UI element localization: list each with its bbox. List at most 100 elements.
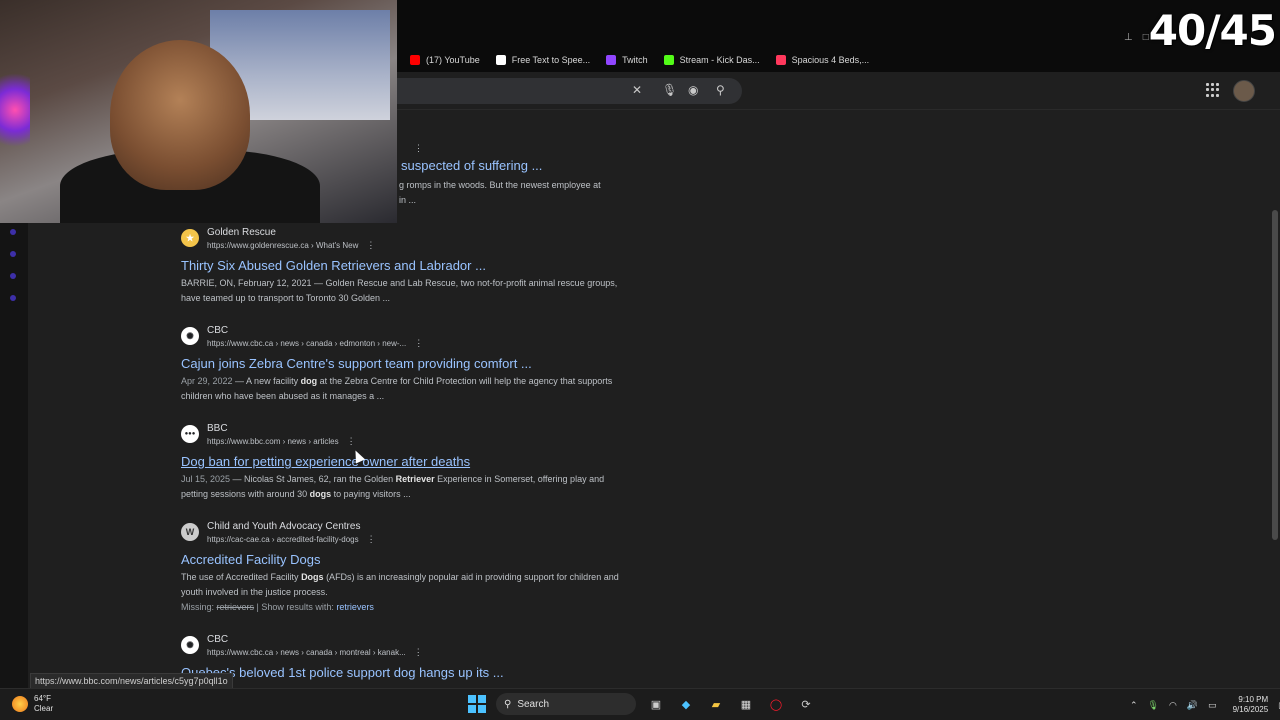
search-icon: ⚲ (504, 698, 512, 710)
camera-search-icon[interactable]: ◉ (688, 83, 698, 97)
task-view-icon[interactable]: ▣ (646, 694, 666, 714)
bookmark-label: Spacious 4 Beds,... (791, 55, 870, 65)
result-title[interactable]: Dog ban for petting experience owner aft… (181, 453, 631, 470)
bookmark-text-to-speech[interactable]: Free Text to Spee... (495, 55, 591, 65)
link-status-bar: https://www.bbc.com/news/articles/c5yg7p… (30, 673, 233, 689)
document-icon (495, 55, 506, 65)
site-name[interactable]: Child and Youth Advocacy Centres (207, 521, 376, 533)
site-name[interactable]: CBC (207, 325, 423, 337)
volume-icon[interactable]: 🔊 (1187, 700, 1198, 711)
search-result: ✺ CBC https://www.cbc.ca › news › canada… (181, 325, 631, 404)
scroll-thumb[interactable] (1272, 210, 1278, 540)
opera-icon[interactable]: ◯ (766, 694, 786, 714)
clear-icon[interactable]: ✕ (632, 83, 642, 97)
bookmark-youtube[interactable]: (17) YouTube (410, 55, 480, 65)
twitch-icon (606, 55, 617, 65)
webcam-overlay (0, 0, 397, 223)
weather-widget[interactable]: 64°F Clear (12, 694, 53, 714)
clock-date: 9/16/2025 (1232, 705, 1269, 714)
nav-dot (10, 273, 16, 279)
wordpress-icon: W (181, 523, 199, 541)
more-options-icon[interactable]: ⋮ (414, 143, 423, 154)
bbc-icon: ●●● (181, 425, 199, 443)
cbc-gem-icon: ✺ (181, 636, 199, 654)
weather-condition: Clear (34, 704, 54, 713)
search-result: ★ Golden Rescue https://www.goldenrescue… (181, 227, 631, 306)
site-name[interactable]: CBC (207, 634, 423, 646)
missing-terms: Missing: retrievers | Show results with:… (181, 602, 374, 612)
site-url[interactable]: https://www.cbc.ca › news › canada › mon… (207, 646, 423, 659)
taskbar-apps: ⚲ Search ▣ ◆ ▰ ▦ ◯ ⟳ (468, 693, 816, 715)
bookmark-label: Free Text to Spee... (511, 55, 591, 65)
site-url[interactable]: https://www.goldenrescue.ca › What's New… (207, 239, 375, 252)
more-options-icon[interactable]: ⋮ (366, 240, 375, 250)
store-icon[interactable]: ▦ (736, 694, 756, 714)
result-title[interactable]: Cajun joins Zebra Centre's support team … (181, 355, 631, 372)
result-snippet: BARRIE, ON, February 12, 2021 — Golden R… (181, 278, 618, 303)
bookmark-kick[interactable]: Stream - Kick Das... (663, 55, 760, 65)
site-url[interactable]: https://www.cbc.ca › news › canada › edm… (207, 337, 423, 350)
airbnb-icon (775, 55, 786, 65)
bookmark-label: Twitch (622, 55, 648, 65)
snippet-line: g romps in the woods. But the newest emp… (399, 180, 601, 190)
nav-dot (10, 295, 16, 301)
clock-time: 9:10 PM (1238, 695, 1269, 704)
site-name[interactable]: BBC (207, 423, 356, 435)
result-snippet: Jul 15, 2025 — Nicolas St James, 62, ran… (181, 474, 605, 499)
bookmark-label: Stream - Kick Das... (679, 55, 760, 65)
clock[interactable]: 9:10 PM 9/16/2025 (1233, 695, 1269, 715)
more-options-icon[interactable]: ⋮ (414, 647, 423, 657)
battery-icon[interactable]: ▭ (1208, 700, 1217, 711)
site-name[interactable]: Golden Rescue (207, 227, 375, 239)
result-title[interactable]: Quebec's beloved 1st police support dog … (181, 664, 631, 681)
taskbar-search[interactable]: ⚲ Search (496, 693, 636, 715)
result-title[interactable]: Accredited Facility Dogs (181, 551, 631, 568)
stream-counter: 40/45 (1148, 6, 1277, 55)
file-explorer-icon[interactable]: ▰ (706, 694, 726, 714)
taskbar: 64°F Clear ⚲ Search ▣ ◆ ▰ ▦ ◯ ⟳ ⌃ 🎙 ◠ 🔊 … (0, 688, 1280, 720)
nav-dot (10, 229, 16, 235)
show-results-link[interactable]: retrievers (336, 602, 374, 612)
temperature: 64°F (34, 694, 51, 703)
search-result: ✺ CBC https://www.cbc.ca › news › canada… (181, 634, 631, 681)
search-icon[interactable]: ⚲ (716, 83, 725, 97)
site-url[interactable]: https://cac-cae.ca › accredited-facility… (207, 533, 376, 546)
result-snippet: The use of Accredited Facility Dogs (AFD… (181, 572, 619, 597)
sun-icon (12, 696, 28, 712)
result-title[interactable]: suspected of suffering ... (401, 158, 542, 173)
left-panel (0, 223, 28, 688)
bookmark-airbnb[interactable]: Spacious 4 Beds,... (775, 55, 870, 65)
microphone-icon[interactable]: 🎙 (662, 83, 677, 97)
microphone-icon[interactable]: 🎙 (1148, 700, 1159, 711)
window-controls: ⊥ □ (1124, 32, 1149, 43)
windows-start-icon[interactable] (468, 695, 486, 713)
bookmark-twitch[interactable]: Twitch (606, 55, 648, 65)
copilot-icon[interactable]: ◆ (676, 694, 696, 714)
system-tray: ⌃ 🎙 ◠ 🔊 ▭ 9:10 PM 9/16/2025 ▢ (1130, 695, 1280, 715)
pin-icon[interactable]: ⊥ (1124, 32, 1133, 43)
google-apps-icon[interactable] (1206, 83, 1220, 97)
webcam-lights (0, 60, 30, 160)
result-title[interactable]: Thirty Six Abused Golden Retrievers and … (181, 257, 631, 274)
nav-dot (10, 251, 16, 257)
snippet-line: in ... (399, 195, 417, 205)
kick-icon (663, 55, 674, 65)
site-url[interactable]: https://www.bbc.com › news › articles ⋮ (207, 435, 356, 448)
site-favicon-icon: ★ (181, 229, 199, 247)
more-options-icon[interactable]: ⋮ (347, 436, 356, 446)
youtube-icon (410, 55, 420, 65)
result-snippet: g romps in the woods. But the newest emp… (399, 178, 601, 208)
more-options-icon[interactable]: ⋮ (414, 338, 423, 348)
scrollbar[interactable] (1270, 110, 1280, 688)
screen: ⊥ □ (17) YouTube Free Text to Spee... Tw… (0, 0, 1280, 720)
result-snippet: Apr 29, 2022 — A new facility dog at the… (181, 376, 613, 401)
more-options-icon[interactable]: ⋮ (367, 534, 376, 544)
wifi-icon[interactable]: ◠ (1169, 700, 1177, 711)
search-result: ●●● BBC https://www.bbc.com › news › art… (181, 423, 631, 502)
chevron-up-icon[interactable]: ⌃ (1130, 700, 1138, 711)
cbc-gem-icon: ✺ (181, 327, 199, 345)
app-icon[interactable]: ⟳ (796, 694, 816, 714)
bookmark-label: (17) YouTube (426, 55, 480, 65)
search-result: W Child and Youth Advocacy Centres https… (181, 521, 631, 615)
avatar[interactable] (1233, 80, 1255, 102)
